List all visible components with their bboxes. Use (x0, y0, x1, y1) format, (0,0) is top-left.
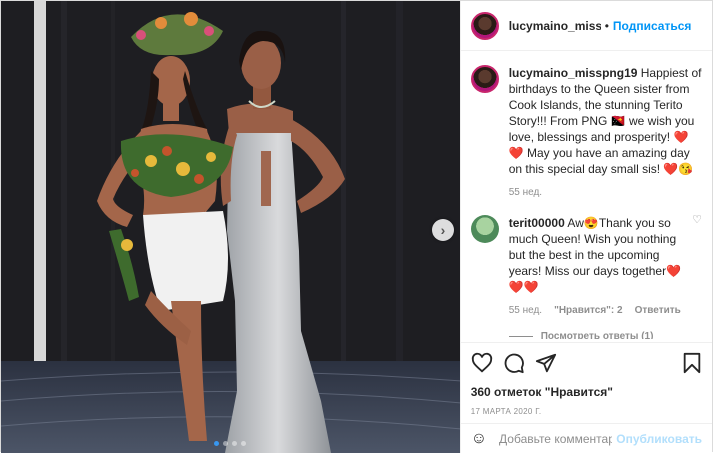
view-replies-label: Посмотреть ответы (1) (540, 331, 654, 339)
caption-username[interactable]: lucymaino_misspng19 (509, 66, 638, 80)
comment-body: terit00000 Aw😍Thank you so much Queen! W… (509, 215, 702, 319)
action-icons (471, 351, 702, 375)
heart-icon[interactable] (471, 352, 493, 374)
author-avatar[interactable] (470, 11, 499, 40)
author-username[interactable]: lucymaino_misspn (509, 19, 601, 33)
add-comment-bar: ☺ Опубликовать (460, 423, 712, 453)
likes-count[interactable]: 360 отметок "Нравится" (471, 385, 702, 399)
follow-button[interactable]: Подписаться (613, 19, 691, 33)
post-header: lucymaino_misspn • Подписаться (460, 1, 712, 51)
carousel-dot (223, 441, 228, 446)
separator-dot: • (604, 18, 609, 33)
carousel-dots (214, 441, 246, 446)
comments-list[interactable]: lucymaino_misspng19 Happiest of birthday… (461, 51, 712, 339)
commenter-avatar[interactable] (470, 215, 499, 243)
carousel-dot (241, 441, 246, 446)
comment-input[interactable] (499, 431, 613, 446)
comment-likes[interactable]: "Нравится": 2 (554, 303, 623, 319)
post-date[interactable]: 17 МАРТА 2020 Г. (471, 407, 702, 416)
post-photo[interactable]: › (1, 1, 460, 453)
replies-line (508, 336, 533, 337)
comment-username[interactable]: terit00000 (509, 216, 565, 230)
comment-like-icon[interactable]: ♡ (692, 213, 702, 226)
caption-meta: 55 нед. (509, 185, 702, 201)
caption: lucymaino_misspng19 Happiest of birthday… (470, 65, 702, 201)
action-bar: 360 отметок "Нравится" 17 МАРТА 2020 Г. (460, 342, 712, 416)
caption-age[interactable]: 55 нед. (509, 185, 542, 201)
emoji-icon[interactable]: ☺ (471, 430, 487, 448)
caption-avatar[interactable] (470, 65, 499, 93)
caption-text: Happiest of birthdays to the Queen siste… (508, 66, 702, 176)
share-icon[interactable] (535, 352, 557, 374)
publish-button[interactable]: Опубликовать (616, 432, 702, 446)
next-slide-button[interactable]: › (432, 219, 454, 241)
carousel-dot (232, 441, 237, 446)
reply-button[interactable]: Ответить (635, 303, 681, 319)
post-sidebar: lucymaino_misspn • Подписаться lucymaino… (459, 1, 712, 453)
caption-body: lucymaino_misspng19 Happiest of birthday… (509, 65, 702, 201)
view-replies-button[interactable]: Посмотреть ответы (1) (508, 331, 702, 339)
photo-illustration (1, 1, 460, 453)
comment-icon[interactable] (503, 352, 525, 374)
comment: terit00000 Aw😍Thank you so much Queen! W… (470, 215, 702, 319)
comment-meta: 55 нед. "Нравится": 2 Ответить (509, 303, 684, 319)
comment-age[interactable]: 55 нед. (509, 303, 542, 319)
instagram-post: › lucymaino_misspn • Подписаться lucymai… (0, 0, 713, 453)
carousel-dot (214, 441, 219, 446)
bookmark-icon[interactable] (682, 352, 702, 374)
